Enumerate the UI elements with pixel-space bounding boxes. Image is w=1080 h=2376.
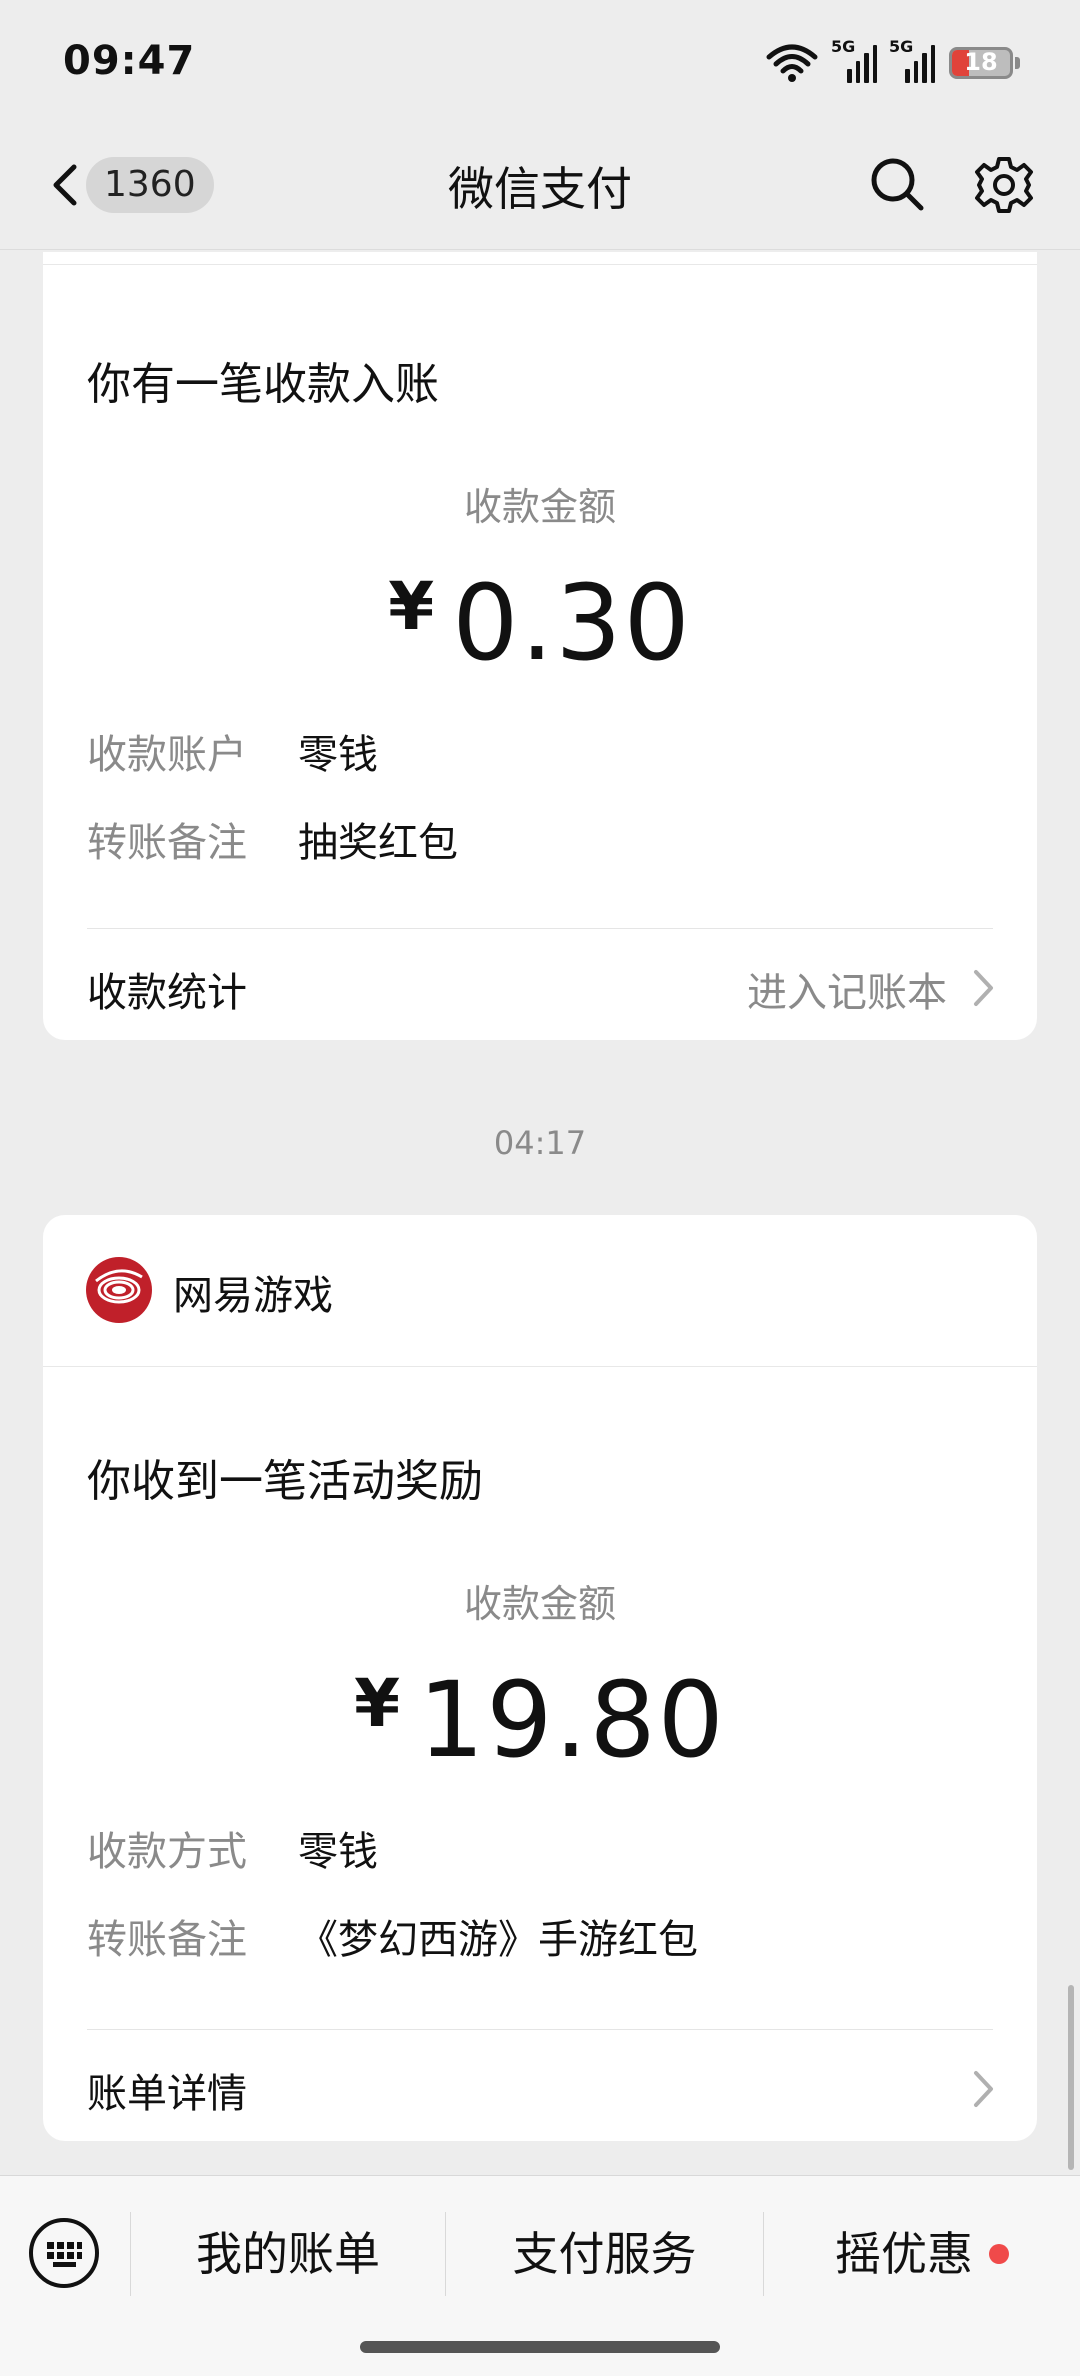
message-timestamp: 04:17 (493, 1124, 587, 1162)
search-icon[interactable] (866, 153, 928, 215)
network-type-1: 5G (831, 37, 856, 56)
merchant-name[interactable]: 网易游戏 (173, 1263, 333, 1321)
menu-shake-deals[interactable]: 摇优惠 (764, 2212, 1080, 2296)
card-divider (87, 928, 993, 929)
detail-value: 《梦幻西游》手游红包 (298, 1917, 698, 1963)
scrollbar-thumb[interactable] (1068, 1985, 1074, 2170)
notification-dot (989, 2244, 1009, 2264)
cellular-signal-1-icon: 5G (831, 37, 877, 83)
amount-label: 收款金额 (463, 1582, 616, 1626)
chevron-right-icon[interactable] (971, 966, 997, 1010)
nav-bar: 1360 微信支付 (0, 125, 1080, 250)
card-divider (87, 2029, 993, 2030)
battery-level: 18 (964, 48, 998, 76)
cellular-signal-2-icon: 5G (889, 37, 935, 83)
bill-details-link[interactable]: 账单详情 (87, 2061, 247, 2119)
amount-display: ¥0.30 (43, 562, 1037, 684)
menu-payment-services[interactable]: 支付服务 (446, 2212, 763, 2296)
card-top-divider (43, 264, 1037, 265)
battery-icon: 18 (949, 47, 1013, 79)
currency-symbol: ¥ (388, 568, 435, 645)
network-type-2: 5G (889, 37, 914, 56)
status-time: 09:47 (63, 38, 196, 84)
card-header-divider (43, 1366, 1037, 1367)
detail-value: 抽奖红包 (298, 820, 458, 866)
reward-message-card: 网易游戏 你收到一笔活动奖励 收款金额 ¥19.80 收款方式 零钱 转账备注 … (43, 1215, 1037, 2141)
detail-value: 零钱 (298, 1829, 378, 1875)
menu-my-bills[interactable]: 我的账单 (131, 2212, 445, 2296)
keyboard-icon[interactable] (27, 2216, 101, 2290)
detail-key: 转账备注 (87, 820, 247, 866)
chevron-right-icon[interactable] (971, 2067, 997, 2111)
gear-icon[interactable] (972, 153, 1036, 217)
open-ledger-link[interactable]: 进入记账本 (747, 960, 947, 1018)
amount-display: ¥19.80 (43, 1659, 1037, 1781)
detail-key: 转账备注 (87, 1917, 247, 1963)
detail-key: 收款账户 (87, 732, 247, 778)
payment-message-card: 你有一笔收款入账 收款金额 ¥0.30 收款账户 零钱 转账备注 抽奖红包 收款… (43, 252, 1037, 1040)
menu-shake-deals-label: 摇优惠 (835, 2227, 973, 2281)
status-icons: 5G 5G 18 (765, 37, 1020, 86)
message-title: 你有一笔收款入账 (87, 359, 439, 410)
currency-symbol: ¥ (354, 1665, 401, 1742)
home-indicator[interactable] (360, 2341, 720, 2353)
detail-key: 收款方式 (87, 1829, 247, 1875)
amount-label: 收款金额 (463, 485, 616, 529)
netease-logo-icon (86, 1257, 152, 1323)
amount-value: 19.80 (418, 1659, 726, 1781)
payment-stats-link[interactable]: 收款统计 (87, 960, 247, 1018)
status-bar: 09:47 5G 5G 18 (0, 0, 1080, 125)
amount-value: 0.30 (452, 562, 692, 684)
wifi-icon (766, 44, 818, 82)
detail-value: 零钱 (298, 732, 378, 778)
battery-nub (1015, 57, 1020, 69)
message-title: 你收到一笔活动奖励 (87, 1456, 483, 1507)
